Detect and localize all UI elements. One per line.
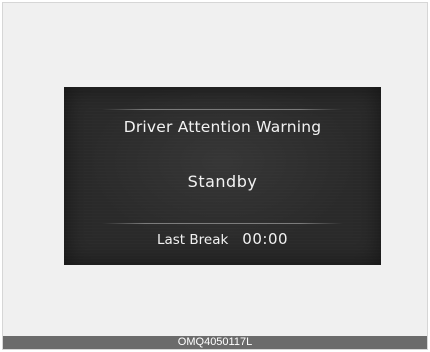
last-break-label: Last Break [156, 232, 229, 248]
top-divider [102, 109, 343, 110]
figure-frame: Driver Attention Warning Standby Last Br… [2, 2, 428, 350]
warning-title: Driver Attention Warning [123, 118, 322, 136]
last-break-value: 00:00 [242, 230, 289, 248]
cluster-display: Driver Attention Warning Standby Last Br… [64, 87, 381, 265]
figure-caption: OMQ4050117L [3, 336, 427, 349]
status-text: Standby [187, 172, 258, 191]
last-break-row: Last Break 00:00 [64, 230, 381, 248]
bottom-divider [102, 223, 343, 224]
